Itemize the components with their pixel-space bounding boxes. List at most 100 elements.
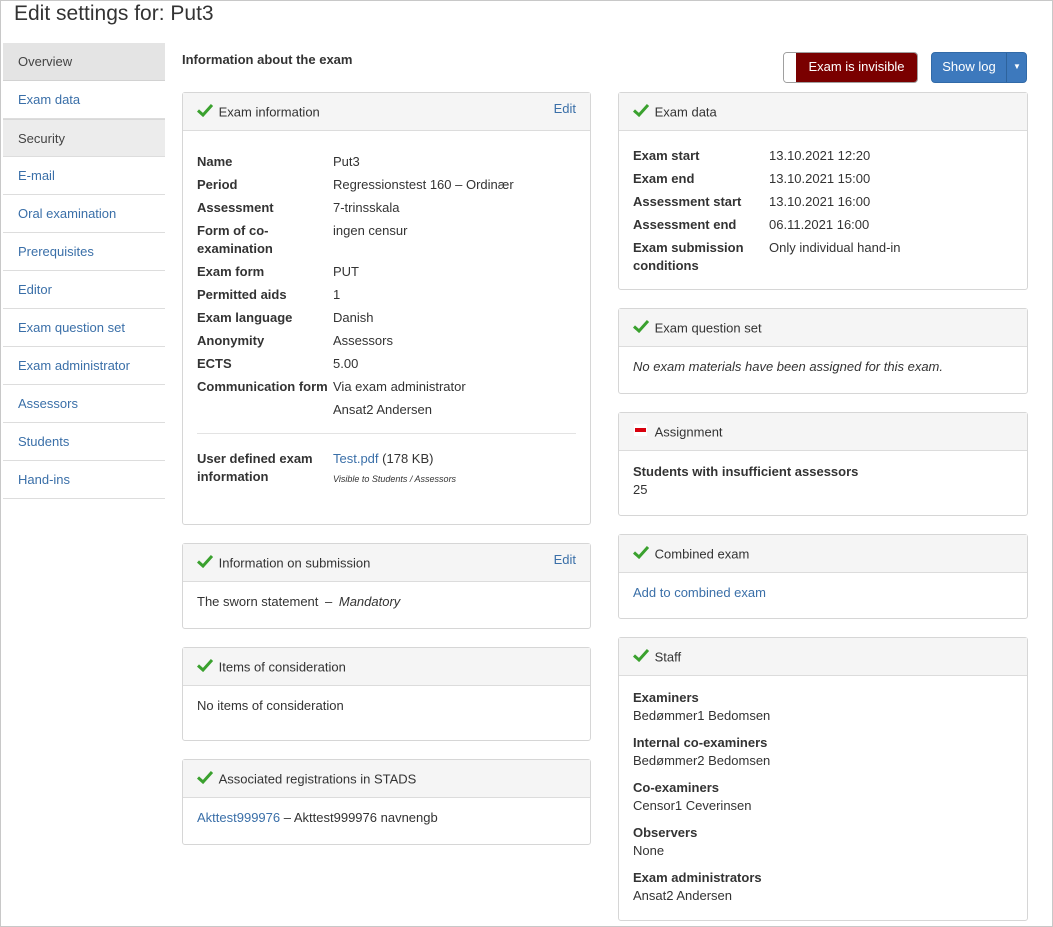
sidebar-item-hand-ins[interactable]: Hand-ins bbox=[3, 461, 165, 499]
section-heading: Information about the exam bbox=[182, 52, 353, 67]
info-label: Form of co-examination bbox=[197, 223, 273, 256]
sidebar-item-prerequisites[interactable]: Prerequisites bbox=[3, 233, 165, 271]
info-value: ingen censur bbox=[333, 223, 408, 238]
sidebar-item-email[interactable]: E-mail bbox=[3, 157, 165, 195]
visibility-toggle-button[interactable]: Exam is invisible bbox=[783, 52, 918, 83]
panel-body: No items of consideration bbox=[183, 686, 590, 725]
toggle-knob bbox=[784, 53, 796, 82]
page-title: Edit settings for: Put3 bbox=[14, 2, 214, 25]
sidebar-item-exam-administrator[interactable]: Exam administrator bbox=[3, 347, 165, 385]
panel-title: Information on submission bbox=[218, 555, 371, 571]
info-label: Communication form bbox=[197, 379, 328, 394]
panel-header: Assignment bbox=[619, 413, 1027, 451]
panel-header: Exam data bbox=[619, 93, 1027, 131]
stads-registration-text: – Akttest999976 navnengb bbox=[283, 810, 438, 825]
info-row: Name Put3 bbox=[197, 153, 576, 171]
check-icon bbox=[196, 761, 214, 799]
show-log-button[interactable]: Show log ▼ bbox=[931, 52, 1027, 83]
sidebar-item-exam-data[interactable]: Exam data bbox=[3, 81, 165, 119]
info-row: Ansat2 Andersen bbox=[197, 401, 576, 419]
info-value: Danish bbox=[333, 310, 374, 325]
info-label: Exam language bbox=[197, 310, 293, 325]
panel-title: Assignment bbox=[654, 424, 723, 440]
visibility-toggle-label: Exam is invisible bbox=[796, 53, 917, 82]
sidebar-item-oral-examination[interactable]: Oral examination bbox=[3, 195, 165, 233]
info-label: Permitted aids bbox=[197, 287, 287, 302]
info-value: Ansat2 Andersen bbox=[333, 402, 433, 417]
stads-panel: Associated registrations in STADS Akttes… bbox=[182, 759, 591, 845]
info-value: Assessors bbox=[333, 333, 393, 348]
info-value: Put3 bbox=[333, 154, 360, 169]
sidebar-item-editor[interactable]: Editor bbox=[3, 271, 165, 309]
info-value: 1 bbox=[333, 287, 341, 302]
sidebar-item-assessors[interactable]: Assessors bbox=[3, 385, 165, 423]
check-icon bbox=[632, 94, 650, 132]
statement-status: Mandatory bbox=[338, 594, 401, 609]
submission-panel: Information on submission Edit The sworn… bbox=[182, 543, 591, 629]
check-icon bbox=[196, 94, 214, 132]
data-label: Exam submission conditions bbox=[633, 240, 744, 273]
staff-group-value: Ansat2 Andersen bbox=[633, 888, 733, 903]
panel-body: No exam materials have been assigned for… bbox=[619, 347, 1027, 386]
file-link[interactable]: Test.pdf bbox=[333, 451, 379, 466]
info-value: Test.pdf (178 KB) Visible to Students / … bbox=[333, 450, 456, 488]
file-size: (178 KB) bbox=[382, 451, 434, 466]
statement-text: The sworn statement bbox=[197, 594, 319, 609]
sidebar-item-students[interactable]: Students bbox=[3, 423, 165, 461]
panel-header: Associated registrations in STADS bbox=[183, 760, 590, 798]
info-value: PUT bbox=[333, 264, 359, 279]
sidebar: Overview Exam data Security E-mail Oral … bbox=[3, 43, 165, 499]
edit-submission-link[interactable]: Edit bbox=[554, 541, 576, 579]
divider bbox=[197, 433, 576, 434]
sidebar-item-exam-question-set[interactable]: Exam question set bbox=[3, 309, 165, 347]
info-row: Form of co-examination ingen censur bbox=[197, 222, 576, 258]
data-row: Exam submission conditions Only individua… bbox=[633, 239, 1013, 275]
dash: – bbox=[325, 594, 333, 609]
stads-registration-link[interactable]: Akttest999976 bbox=[197, 810, 280, 825]
panel-body: The sworn statement – Mandatory bbox=[183, 582, 590, 621]
panel-body: Students with insufficient assessors 25 bbox=[619, 451, 1027, 520]
info-label: Exam form bbox=[197, 264, 265, 279]
panel-header: Items of consideration bbox=[183, 648, 590, 686]
consideration-text: No items of consideration bbox=[197, 698, 344, 713]
exam-data-panel: Exam data Exam start 13.10.2021 12:20 Exa… bbox=[618, 92, 1028, 290]
info-label: Assessment bbox=[197, 200, 274, 215]
info-label: Anonymity bbox=[197, 333, 265, 348]
info-label: Period bbox=[197, 177, 238, 192]
data-row: Assessment end 06.11.2021 16:00 bbox=[633, 216, 1013, 234]
edit-exam-information-link[interactable]: Edit bbox=[554, 90, 576, 128]
info-label: Name bbox=[197, 154, 233, 169]
panel-title: Items of consideration bbox=[218, 659, 346, 675]
sidebar-item-security[interactable]: Security bbox=[3, 119, 165, 157]
info-value: 7-trinsskala bbox=[333, 200, 400, 215]
minus-icon bbox=[633, 414, 649, 452]
panel-body: Exam start 13.10.2021 12:20 Exam end 13.10… bbox=[619, 131, 1027, 292]
combined-exam-panel: Combined exam Add to combined exam bbox=[618, 534, 1028, 619]
consideration-panel: Items of consideration No items of consi… bbox=[182, 647, 591, 741]
info-row: Assessment 7-trinsskala bbox=[197, 199, 576, 217]
staff-group-value: Censor1 Ceverinsen bbox=[633, 798, 752, 813]
panel-title: Exam information bbox=[218, 104, 320, 120]
sidebar-item-overview[interactable]: Overview bbox=[3, 43, 165, 81]
add-combined-exam-link[interactable]: Add to combined exam bbox=[633, 585, 766, 600]
check-icon bbox=[196, 649, 214, 687]
panel-body: Name Put3 Period Regressionstest 160 – Ord… bbox=[183, 131, 590, 505]
staff-group-label: Internal co-examiners bbox=[633, 735, 768, 750]
data-label: Assessment end bbox=[633, 217, 737, 232]
panel-title: Combined exam bbox=[654, 546, 750, 562]
data-value: 13.10.2021 16:00 bbox=[769, 194, 871, 209]
check-icon bbox=[632, 639, 650, 677]
panel-title: Exam data bbox=[654, 104, 717, 120]
info-value: Regressionstest 160 – Ordinær bbox=[333, 177, 514, 192]
panel-header: Combined exam bbox=[619, 535, 1027, 573]
panel-title: Exam question set bbox=[654, 320, 762, 336]
staff-group-label: Examiners bbox=[633, 690, 699, 705]
assignment-value: 25 bbox=[633, 482, 648, 497]
question-set-panel: Exam question set No exam materials have… bbox=[618, 308, 1028, 394]
check-icon bbox=[196, 545, 214, 583]
staff-group-label: Exam administrators bbox=[633, 870, 762, 885]
info-row: ECTS 5.00 bbox=[197, 355, 576, 373]
info-row: Period Regressionstest 160 – Ordinær bbox=[197, 176, 576, 194]
panel-body: Examiners Bedømmer1 Bedomsen Internal co… bbox=[619, 676, 1027, 926]
caret-down-icon[interactable]: ▼ bbox=[1007, 53, 1027, 80]
